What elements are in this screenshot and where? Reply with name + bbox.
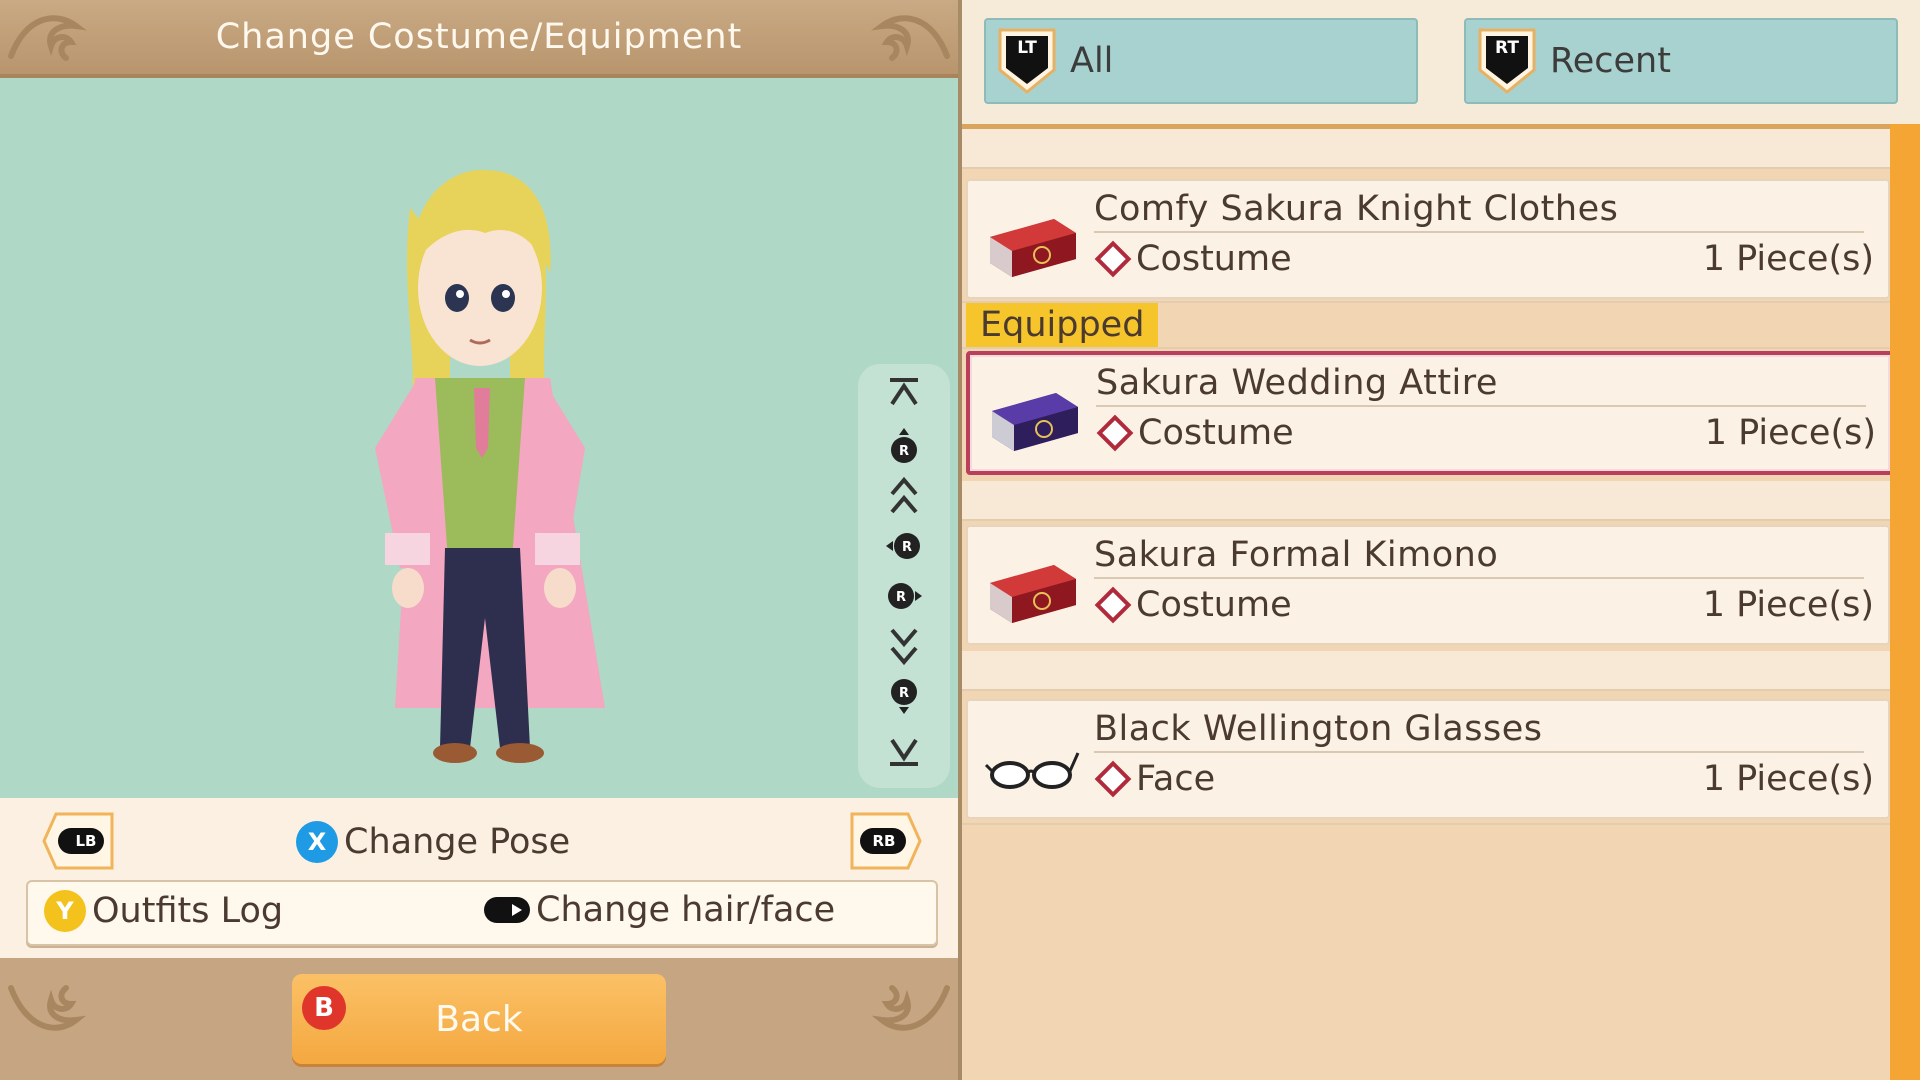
controls-area: LB X Change Pose RB Y Outfits Log Change… <box>0 798 958 958</box>
svg-text:R: R <box>899 686 909 701</box>
red-case-icon <box>990 565 1076 623</box>
list-spacer <box>962 651 1890 691</box>
character-preview[interactable]: R R R R <box>0 78 958 798</box>
category-diamond-icon <box>1094 240 1132 278</box>
stick-up-icon: R <box>891 428 917 463</box>
glasses-icon <box>984 752 1080 789</box>
list-item[interactable]: Comfy Sakura Knight Clothes Costume 1 Pi… <box>966 179 1890 299</box>
jump-top-icon[interactable] <box>884 374 924 414</box>
inventory-panel: LT All RT Recent Comfy Sakura Knight Clo… <box>962 0 1920 1080</box>
ornament-bottom-left-icon <box>8 985 87 1031</box>
divider-line <box>962 823 1890 825</box>
change-pose-label: Change Pose <box>344 822 571 862</box>
x-button-icon: X <box>296 821 338 863</box>
scroll-down-icon[interactable] <box>884 626 924 666</box>
ornament-bottom-right-icon <box>871 985 950 1031</box>
outfits-log-label: Outfits Log <box>92 891 284 931</box>
item-category: Costume <box>1094 239 1292 279</box>
list-spacer <box>962 481 1890 521</box>
footer: B Back <box>0 958 958 1080</box>
item-category-label: Face <box>1136 759 1216 799</box>
secondary-controls: Y Outfits Log Change hair/face <box>26 880 938 946</box>
divider-line <box>962 347 1890 349</box>
lt-trigger-icon: LT <box>996 26 1058 96</box>
stick-right-icon: R <box>888 583 922 609</box>
category-diamond-icon <box>1094 760 1132 798</box>
lb-label: LB <box>75 832 97 850</box>
item-category-label: Costume <box>1138 413 1294 453</box>
item-quantity: 1 Piece(s) <box>1702 239 1874 279</box>
tab-all[interactable]: LT All <box>984 18 1418 104</box>
change-hair-face-button[interactable]: Change hair/face <box>484 890 835 930</box>
item-category-label: Costume <box>1136 239 1292 279</box>
item-name: Black Wellington Glasses <box>1094 709 1864 753</box>
list-scrollbar[interactable] <box>1890 124 1920 1080</box>
item-name: Comfy Sakura Knight Clothes <box>1094 189 1864 233</box>
title-bar: Change Costume/Equipment <box>0 0 958 78</box>
rb-label: RB <box>872 832 896 850</box>
stick-down-icon: R <box>891 679 917 714</box>
stick-left-icon: R <box>886 533 920 559</box>
category-diamond-icon <box>1094 586 1132 624</box>
svg-text:R: R <box>899 444 909 459</box>
item-quantity: 1 Piece(s) <box>1702 585 1874 625</box>
y-button-icon: Y <box>44 890 86 932</box>
svg-text:R: R <box>896 590 906 605</box>
tab-recent[interactable]: RT Recent <box>1464 18 1898 104</box>
rt-label: RT <box>1495 38 1519 58</box>
jump-bottom-icon[interactable] <box>884 730 924 770</box>
list-item-selected[interactable]: Sakura Wedding Attire Costume 1 Piece(s) <box>966 351 1894 475</box>
rb-button[interactable]: RB <box>846 812 922 870</box>
rt-trigger-icon: RT <box>1476 26 1538 96</box>
scroll-up-icon[interactable] <box>884 476 924 516</box>
character-panel: Change Costume/Equipment R R R R LB X Ch… <box>0 0 958 1080</box>
ornament-left-icon <box>8 15 87 61</box>
item-category: Costume <box>1094 585 1292 625</box>
item-category: Costume <box>1096 413 1294 453</box>
item-name: Sakura Formal Kimono <box>1094 535 1864 579</box>
change-pose-control[interactable]: X Change Pose <box>296 816 570 868</box>
lb-button[interactable]: LB <box>42 812 118 870</box>
purple-case-icon <box>992 393 1078 451</box>
equipped-badge: Equipped <box>966 303 1159 347</box>
svg-text:R: R <box>902 540 912 555</box>
list-spacer <box>962 129 1890 169</box>
list-item[interactable]: Black Wellington Glasses Face 1 Piece(s) <box>966 699 1890 819</box>
character-model <box>375 169 605 763</box>
item-list: Comfy Sakura Knight Clothes Costume 1 Pi… <box>962 129 1894 1080</box>
list-item[interactable]: Sakura Formal Kimono Costume 1 Piece(s) <box>966 525 1890 645</box>
back-label: Back <box>435 998 523 1040</box>
camera-controls: R R R R <box>858 364 950 788</box>
category-diamond-icon <box>1096 414 1134 452</box>
outfits-log-button[interactable]: Y Outfits Log <box>44 890 283 932</box>
filter-bar: LT All RT Recent <box>962 0 1920 129</box>
b-button-icon: B <box>302 986 346 1030</box>
item-category-label: Costume <box>1136 585 1292 625</box>
right-stick-icon <box>484 897 530 923</box>
tab-recent-label: Recent <box>1550 41 1671 81</box>
item-name: Sakura Wedding Attire <box>1096 363 1866 407</box>
back-button[interactable]: B Back <box>292 974 666 1064</box>
change-hair-face-label: Change hair/face <box>536 890 836 930</box>
item-quantity: 1 Piece(s) <box>1704 413 1876 453</box>
ornament-right-icon <box>871 15 950 61</box>
tab-all-label: All <box>1070 41 1114 81</box>
item-category: Face <box>1094 759 1215 799</box>
lt-label: LT <box>1017 38 1037 58</box>
item-quantity: 1 Piece(s) <box>1702 759 1874 799</box>
red-case-icon <box>990 219 1076 277</box>
page-title: Change Costume/Equipment <box>215 17 743 57</box>
